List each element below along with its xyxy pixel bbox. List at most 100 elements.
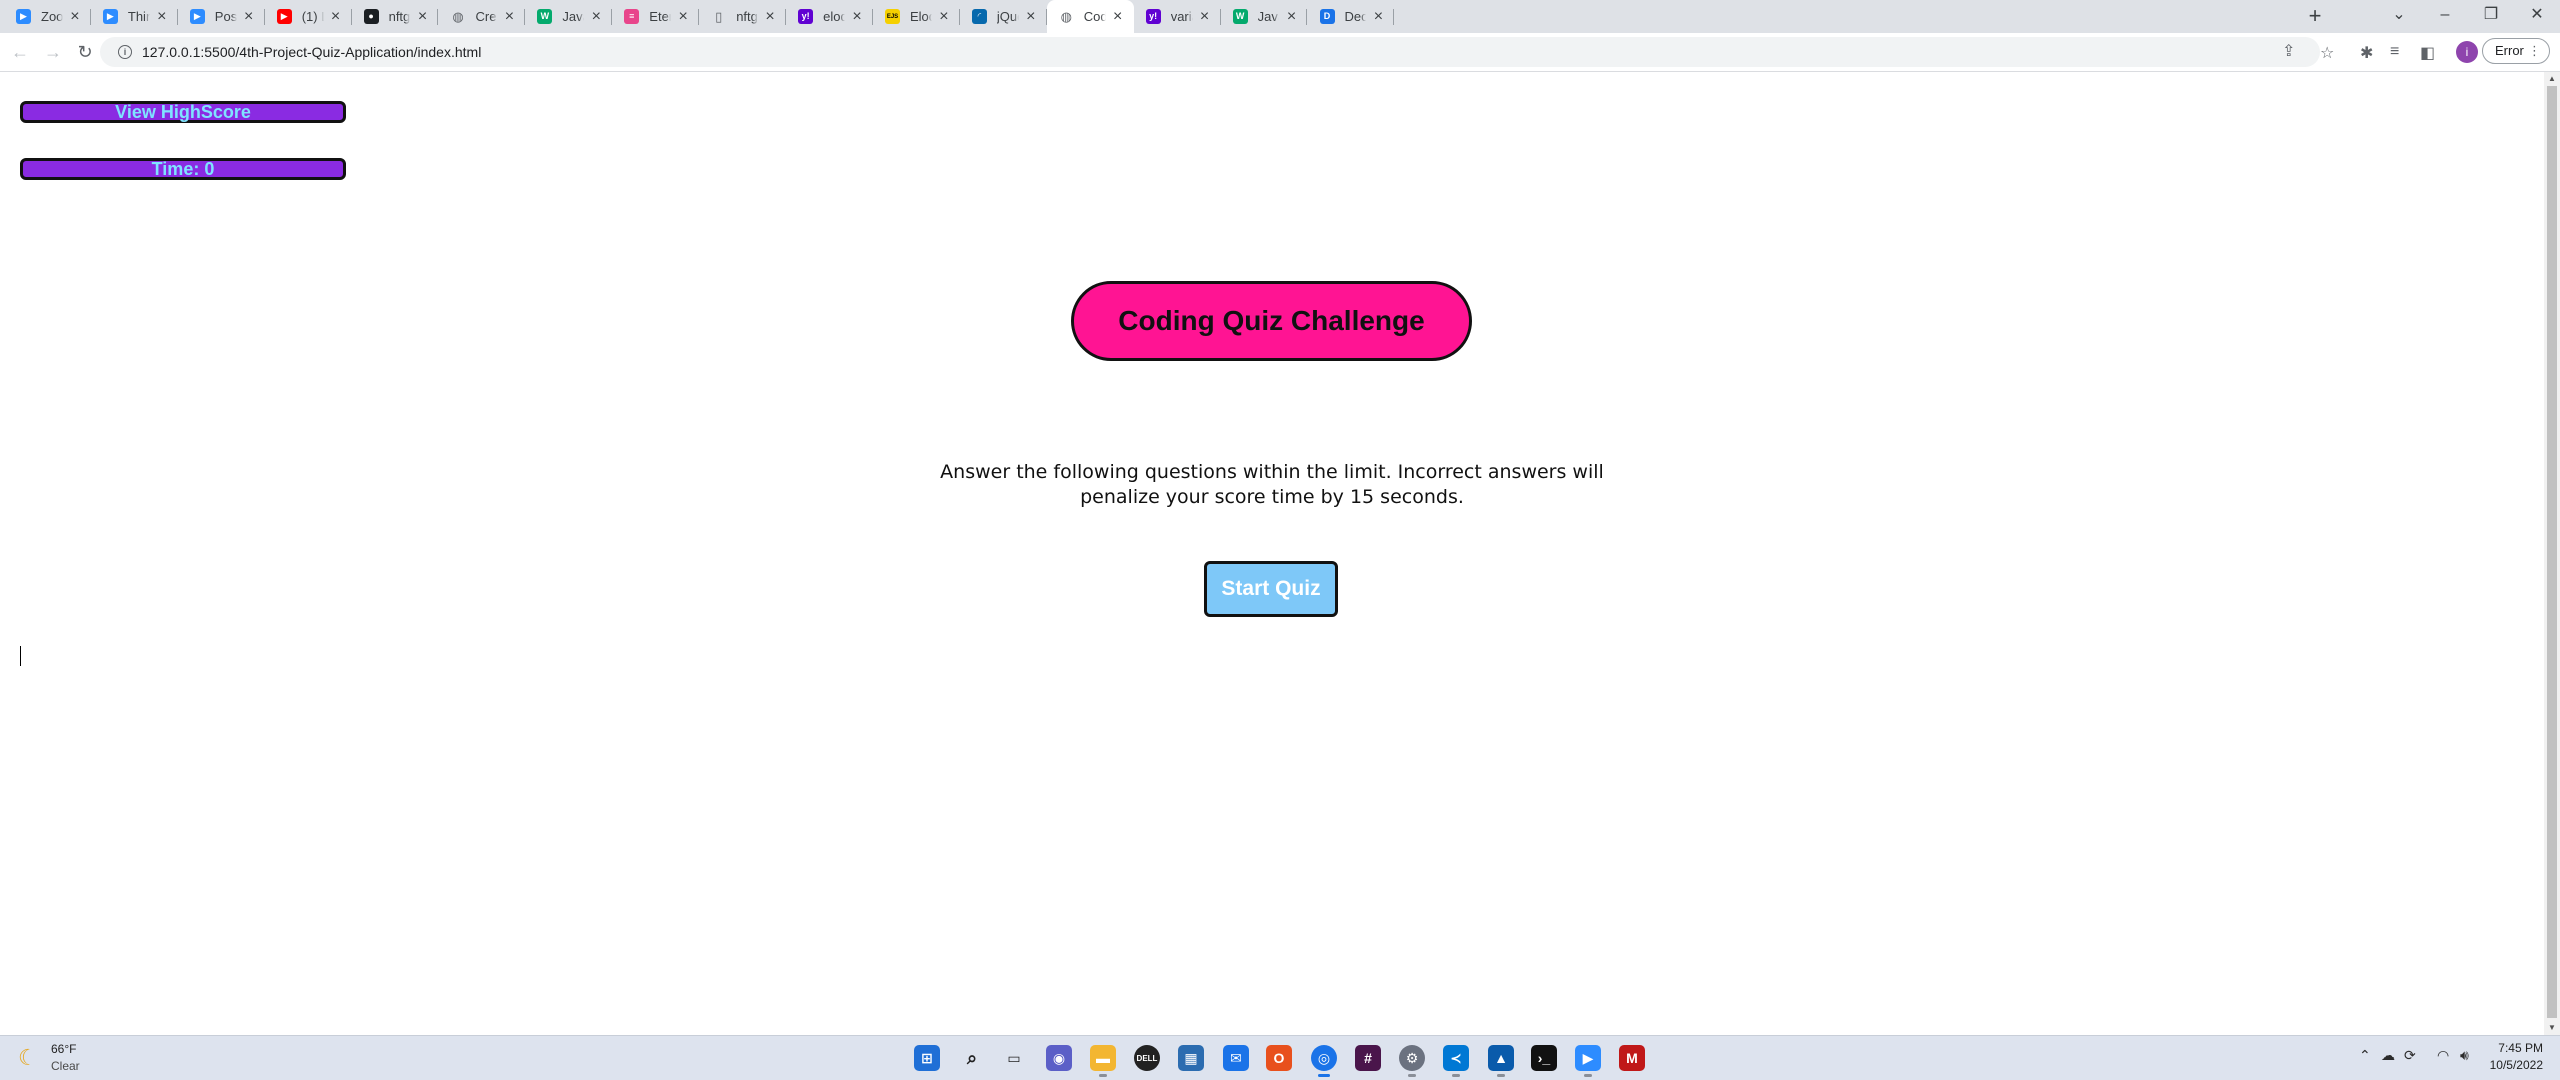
tab-title: nftgoat/4th-Pr bbox=[388, 9, 411, 24]
bookmark-star-icon[interactable]: ☆ bbox=[2320, 43, 2334, 63]
vscode-icon[interactable]: ≺ bbox=[1443, 1045, 1469, 1077]
close-tab-icon[interactable]: × bbox=[1110, 8, 1126, 26]
extensions-icon[interactable]: ✱ bbox=[2360, 43, 2373, 63]
close-tab-icon[interactable]: × bbox=[588, 8, 604, 26]
weather-condition[interactable]: Clear bbox=[51, 1059, 80, 1073]
browser-tab[interactable]: ▶ Post Attendee × bbox=[178, 0, 265, 33]
terminal-icon[interactable]: ›_ bbox=[1531, 1045, 1557, 1071]
close-tab-icon[interactable]: × bbox=[1283, 8, 1299, 26]
page-scrollbar[interactable]: ▲ ▼ bbox=[2544, 72, 2560, 1035]
close-tab-icon[interactable]: × bbox=[762, 8, 778, 26]
forward-button[interactable]: → bbox=[40, 39, 66, 65]
close-tab-icon[interactable]: × bbox=[1023, 8, 1039, 26]
zoom-icon[interactable]: ▶ bbox=[1575, 1045, 1601, 1077]
browser-tab[interactable]: ● nftgoat/4th-Pr× bbox=[352, 0, 439, 33]
minimize-button[interactable]: – bbox=[2422, 0, 2468, 33]
w3schools-icon: W bbox=[1232, 9, 1248, 24]
close-tab-icon[interactable]: × bbox=[849, 8, 865, 26]
close-tab-icon[interactable]: × bbox=[328, 8, 344, 26]
weather-temperature[interactable]: 66°F bbox=[51, 1042, 76, 1056]
error-button[interactable]: Error ⋮ bbox=[2482, 38, 2550, 64]
wifi-icon[interactable]: ◠ bbox=[2437, 1047, 2449, 1064]
yahoo-icon: y! bbox=[1145, 9, 1161, 24]
browser-tab[interactable]: EJS Eloquent JavaS × bbox=[873, 0, 960, 33]
slack-icon[interactable]: # bbox=[1355, 1045, 1381, 1071]
address-bar[interactable]: i 127.0.0.1:5500/4th-Project-Quiz-Applic… bbox=[100, 37, 2320, 67]
mail-icon[interactable]: ✉ bbox=[1223, 1045, 1249, 1071]
volume-icon[interactable]: 🔊︎ bbox=[2460, 1047, 2469, 1064]
browser-tab[interactable]: ▶ Third-Party AP × bbox=[91, 0, 178, 33]
view-highscore-button[interactable]: View HighScore bbox=[20, 101, 346, 123]
microsoft-store-icon[interactable]: ▦ bbox=[1178, 1045, 1204, 1071]
mcafee-icon[interactable]: M bbox=[1619, 1045, 1645, 1071]
site-info-icon[interactable]: i bbox=[118, 45, 132, 59]
close-tab-icon[interactable]: × bbox=[1370, 8, 1386, 26]
new-tab-button[interactable]: + bbox=[2301, 3, 2329, 31]
close-tab-icon[interactable]: × bbox=[675, 8, 691, 26]
start-quiz-button[interactable]: Start Quiz bbox=[1204, 561, 1338, 617]
w3schools-icon: W bbox=[537, 9, 553, 24]
share-icon[interactable]: ⇪ bbox=[2282, 41, 2295, 61]
photos-icon[interactable]: ▲ bbox=[1488, 1045, 1514, 1077]
close-window-button[interactable]: ✕ bbox=[2514, 0, 2560, 33]
restore-button[interactable]: ❐ bbox=[2468, 0, 2514, 33]
profile-avatar[interactable]: i bbox=[2456, 41, 2478, 63]
browser-tab[interactable]: y! eloquent javas × bbox=[786, 0, 873, 33]
scroll-thumb[interactable] bbox=[2547, 86, 2557, 1018]
media-queue-icon[interactable]: ≡ bbox=[2390, 43, 2399, 61]
url-text[interactable]: 127.0.0.1:5500/4th-Project-Quiz-Applicat… bbox=[142, 44, 481, 60]
side-panel-icon[interactable]: ◧ bbox=[2420, 43, 2435, 63]
close-tab-icon[interactable]: × bbox=[414, 8, 430, 26]
browser-tab[interactable]: D Decentral Gam× bbox=[1308, 0, 1395, 33]
browser-tab[interactable]: ▶ Zoom - Bootca × bbox=[4, 0, 91, 33]
tray-overflow-icon[interactable]: ⌃ bbox=[2359, 1047, 2371, 1064]
tab-title: Eternl - a Card bbox=[649, 9, 672, 24]
browser-tab[interactable]: W JavaScript Vari× bbox=[1221, 0, 1308, 33]
scroll-down-arrow-icon[interactable]: ▼ bbox=[2544, 1021, 2560, 1035]
zoom-icon: ▶ bbox=[189, 9, 205, 24]
reload-button[interactable]: ↻ bbox=[72, 39, 98, 65]
close-tab-icon[interactable]: × bbox=[1197, 8, 1213, 26]
close-tab-icon[interactable]: × bbox=[241, 8, 257, 26]
windows-start-icon[interactable]: ⊞ bbox=[914, 1045, 940, 1071]
browser-tab[interactable]: ▯ nftgoat profile × bbox=[699, 0, 787, 33]
ejs-icon: EJS bbox=[885, 9, 900, 24]
clock-time[interactable]: 7:45 PM bbox=[2498, 1041, 2543, 1055]
back-button[interactable]: ← bbox=[7, 39, 33, 65]
tab-search-icon[interactable]: ⌄ bbox=[2376, 0, 2422, 33]
chrome-icon[interactable]: ◎ bbox=[1311, 1045, 1337, 1077]
settings-icon[interactable]: ⚙ bbox=[1399, 1045, 1425, 1077]
clock-date[interactable]: 10/5/2022 bbox=[2490, 1058, 2543, 1072]
file-explorer-icon[interactable]: ▬ bbox=[1090, 1045, 1116, 1077]
scroll-up-arrow-icon[interactable]: ▲ bbox=[2544, 72, 2560, 86]
task-view-icon[interactable]: ▭ bbox=[1001, 1045, 1027, 1071]
close-tab-icon[interactable]: × bbox=[501, 8, 517, 26]
tab-title: nftgoat profile bbox=[736, 9, 758, 24]
close-tab-icon[interactable]: × bbox=[936, 8, 952, 26]
browser-tab[interactable]: y! variable defini × bbox=[1134, 0, 1221, 33]
browser-tab[interactable]: W JavaScript DOM × bbox=[525, 0, 613, 33]
search-icon[interactable]: ⌕ bbox=[959, 1045, 985, 1071]
browser-tab[interactable]: ◍ Create and Ap× bbox=[439, 0, 526, 33]
menu-dots-icon: ⋮ bbox=[2528, 43, 2541, 58]
onedrive-icon[interactable]: ☁ bbox=[2381, 1047, 2395, 1064]
close-tab-icon[interactable]: × bbox=[67, 8, 83, 26]
eternl-icon: ≡ bbox=[624, 9, 640, 24]
browser-tab[interactable]: ◍ Coding Quiz × bbox=[1046, 0, 1134, 33]
dell-icon[interactable]: DELL bbox=[1134, 1045, 1160, 1071]
moon-weather-icon[interactable]: ☾ bbox=[18, 1045, 38, 1071]
teams-chat-icon[interactable]: ◉ bbox=[1046, 1045, 1072, 1071]
browser-tab[interactable]: ◜ jQuery API Do × bbox=[960, 0, 1047, 33]
document-icon: ▯ bbox=[715, 9, 723, 24]
browser-tab[interactable]: ≡ Eternl - a Card× bbox=[612, 0, 700, 33]
tab-title: Coding Quiz bbox=[1083, 9, 1106, 24]
browser-toolbar: ← → ↻ i 127.0.0.1:5500/4th-Project-Quiz-… bbox=[0, 33, 2560, 72]
browser-tab[interactable]: ▶ (1) Learn JavaS × bbox=[265, 0, 352, 33]
tab-title: Zoom - Bootca bbox=[41, 9, 63, 24]
office-icon[interactable]: O bbox=[1266, 1045, 1292, 1071]
tab-title: JavaScript DOM bbox=[562, 9, 584, 24]
close-tab-icon[interactable]: × bbox=[154, 8, 170, 26]
tab-title: Create and Ap bbox=[475, 9, 498, 24]
windows-taskbar: ☾ 66°F Clear ⊞ ⌕ ▭ ◉ ▬ DELL ▦ ✉ O ◎ # ⚙ … bbox=[0, 1035, 2560, 1080]
sync-icon[interactable]: ⟳ bbox=[2404, 1047, 2416, 1064]
